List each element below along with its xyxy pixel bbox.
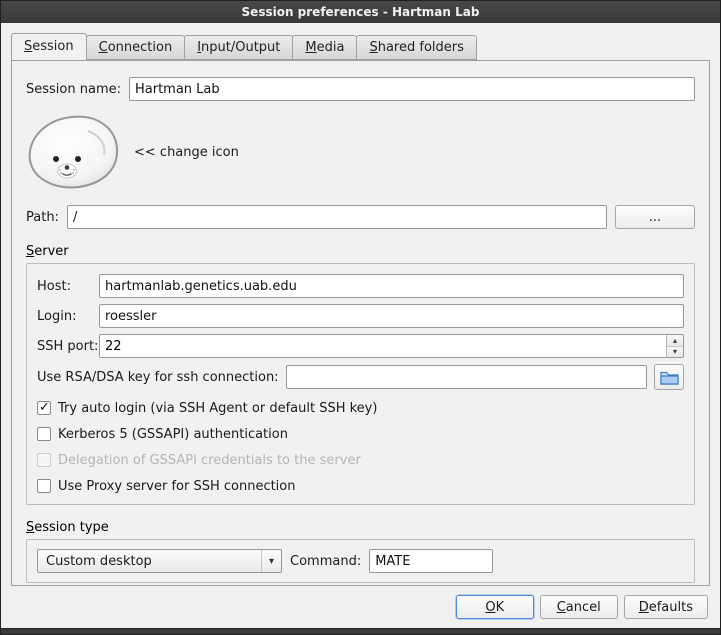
tab-shared-folders[interactable]: Shared folders <box>356 35 476 60</box>
spin-up-icon[interactable]: ▴ <box>667 335 683 347</box>
window-bottom-edge <box>1 628 720 634</box>
command-label: Command: <box>290 554 361 569</box>
session-type-dropdown[interactable]: Custom desktop ▾ <box>37 549 282 573</box>
defaults-button-label: Defaults <box>639 600 693 615</box>
gssapi-delegation-checkbox: Delegation of GSSAPI credentials to the … <box>37 452 684 468</box>
session-preferences-window: Session preferences - Hartman Lab Sessio… <box>0 0 721 635</box>
titlebar[interactable]: Session preferences - Hartman Lab <box>1 1 720 23</box>
login-input[interactable] <box>99 304 684 328</box>
session-name-label: Session name: <box>26 82 121 97</box>
button-box: OK Cancel Defaults <box>11 586 710 628</box>
login-label: Login: <box>37 309 99 324</box>
command-input[interactable] <box>369 549 493 573</box>
rsa-key-label: Use RSA/DSA key for ssh connection: <box>37 370 279 385</box>
kerberos-checkbox[interactable]: Kerberos 5 (GSSAPI) authentication <box>37 426 684 442</box>
tab-shared-folders-label: Shared folders <box>369 40 463 55</box>
change-icon-label: << change icon <box>134 145 239 160</box>
session-icon-button[interactable] <box>26 113 120 191</box>
tab-connection[interactable]: Connection <box>86 35 186 60</box>
auto-login-label: Try auto login (via SSH Agent or default… <box>58 401 377 416</box>
ok-button[interactable]: OK <box>456 595 534 619</box>
cancel-button-label: Cancel <box>557 600 601 615</box>
path-browse-button[interactable]: ... <box>615 205 695 229</box>
tab-bar: Session Connection Input/Output Media Sh… <box>11 35 710 60</box>
tab-media-label: Media <box>305 40 344 55</box>
folder-icon <box>660 370 679 385</box>
ssh-port-spinbox: ▴ ▾ <box>99 334 684 358</box>
server-group: Host: Login: SSH port: ▴ ▾ <box>26 263 695 505</box>
dialog-body: Session Connection Input/Output Media Sh… <box>1 23 720 628</box>
seal-icon <box>26 113 120 191</box>
tab-connection-label: Connection <box>99 40 173 55</box>
session-name-input[interactable] <box>129 77 695 101</box>
session-tab-panel: Session name: <box>11 60 710 586</box>
checkbox-box <box>37 479 51 493</box>
spin-down-icon[interactable]: ▾ <box>667 347 683 358</box>
gssapi-delegation-label: Delegation of GSSAPI credentials to the … <box>58 453 361 468</box>
path-label: Path: <box>26 210 59 225</box>
tab-session-label: Session <box>24 39 74 54</box>
server-group-title: Server <box>26 243 69 260</box>
tab-input-output[interactable]: Input/Output <box>184 35 293 60</box>
host-label: Host: <box>37 279 99 294</box>
defaults-button[interactable]: Defaults <box>624 595 708 619</box>
spin-buttons: ▴ ▾ <box>666 335 683 357</box>
session-type-value: Custom desktop <box>46 554 261 569</box>
cancel-button[interactable]: Cancel <box>540 595 618 619</box>
proxy-checkbox[interactable]: Use Proxy server for SSH connection <box>37 478 684 494</box>
path-input[interactable] <box>67 205 607 229</box>
session-type-group-title: Session type <box>26 519 109 536</box>
chevron-down-icon: ▾ <box>261 550 281 572</box>
ssh-port-input[interactable] <box>100 335 666 357</box>
window-title: Session preferences - Hartman Lab <box>242 5 480 19</box>
rsa-key-input[interactable] <box>286 365 647 389</box>
tab-input-output-label: Input/Output <box>197 40 280 55</box>
session-type-group: Custom desktop ▾ Command: <box>26 539 695 583</box>
tab-media[interactable]: Media <box>292 35 357 60</box>
proxy-label: Use Proxy server for SSH connection <box>58 479 296 494</box>
checkbox-box <box>37 427 51 441</box>
host-input[interactable] <box>99 274 684 298</box>
kerberos-label: Kerberos 5 (GSSAPI) authentication <box>58 427 288 442</box>
checkbox-box <box>37 401 51 415</box>
ok-button-label: OK <box>485 600 504 615</box>
ssh-port-label: SSH port: <box>37 339 99 354</box>
tab-session[interactable]: Session <box>11 33 87 61</box>
rsa-key-browse-button[interactable] <box>654 364 684 390</box>
checkbox-box <box>37 453 51 467</box>
auto-login-checkbox[interactable]: Try auto login (via SSH Agent or default… <box>37 400 684 416</box>
